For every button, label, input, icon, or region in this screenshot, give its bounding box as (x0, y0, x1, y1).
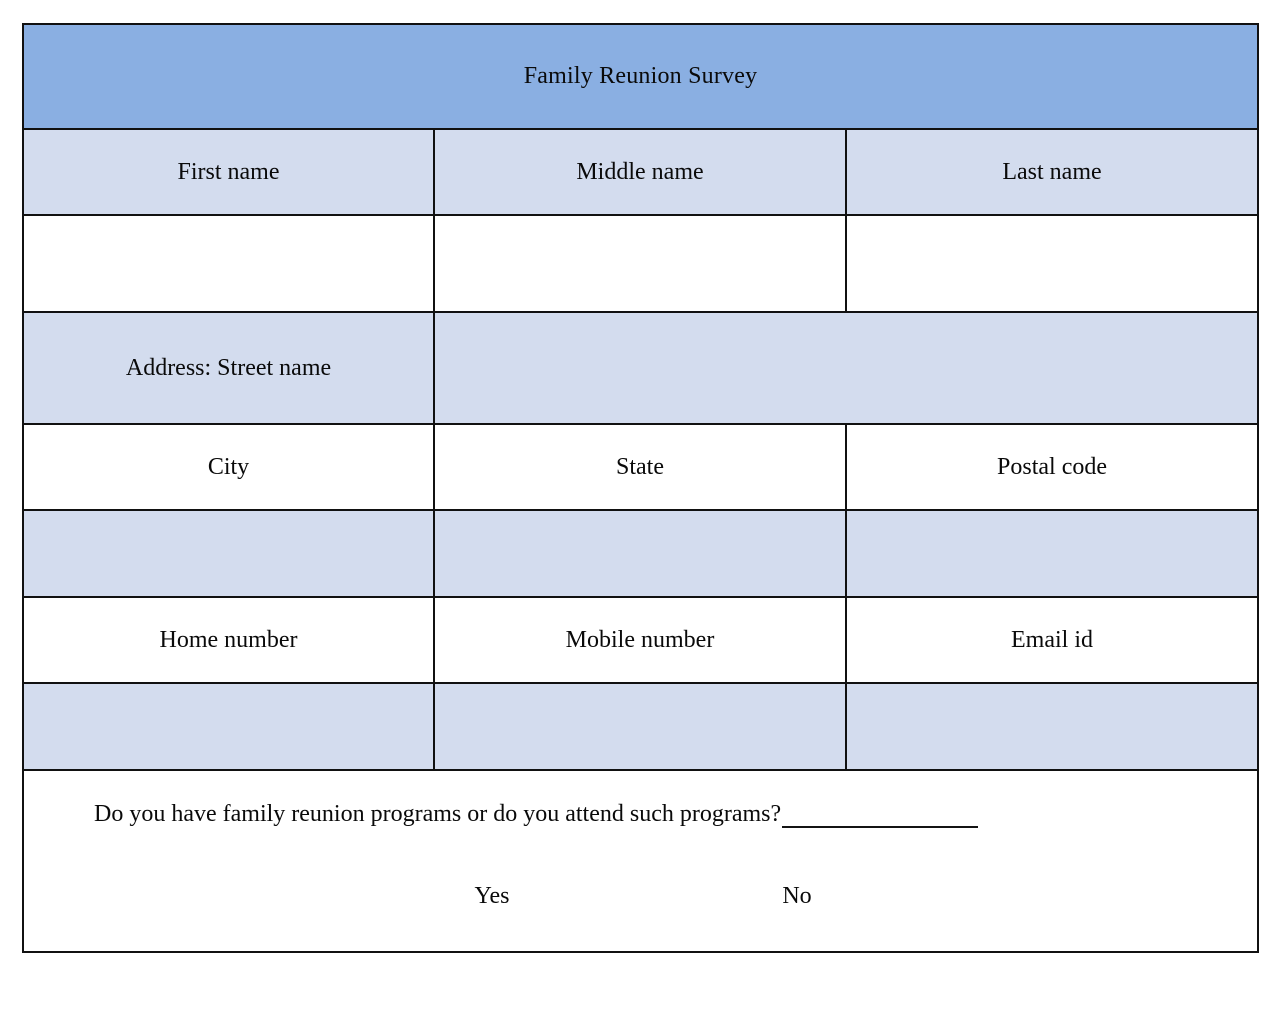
choice-no[interactable]: No (782, 883, 811, 910)
address-row: Address: Street name (22, 311, 1260, 425)
input-city[interactable] (22, 509, 435, 598)
input-last-name[interactable] (844, 214, 1260, 313)
label-home-number: Home number (22, 596, 435, 684)
survey-table: Family Reunion Survey First name Middle … (21, 23, 1260, 953)
question-choices: Yes No (24, 883, 1257, 923)
contact-input-row (22, 682, 1260, 771)
label-middle-name: Middle name (433, 128, 847, 216)
input-mobile-number[interactable] (433, 682, 847, 771)
label-mobile-number: Mobile number (433, 596, 847, 684)
question-line: Do you have family reunion programs or d… (94, 801, 979, 828)
name-input-row (22, 214, 1260, 313)
input-first-name[interactable] (22, 214, 435, 313)
contact-label-row: Home number Mobile number Email id (22, 596, 1260, 684)
label-address-street: Address: Street name (22, 311, 435, 425)
input-email-id[interactable] (844, 682, 1260, 771)
name-label-row: First name Middle name Last name (22, 128, 1260, 216)
question-answer-blank[interactable] (782, 806, 979, 828)
choice-yes[interactable]: Yes (475, 883, 510, 910)
input-address-street[interactable] (432, 311, 1260, 425)
input-state[interactable] (433, 509, 847, 598)
input-home-number[interactable] (22, 682, 435, 771)
input-postal-code[interactable] (844, 509, 1260, 598)
label-postal-code: Postal code (844, 423, 1260, 511)
label-first-name: First name (22, 128, 435, 216)
question-cell: Do you have family reunion programs or d… (21, 769, 1260, 953)
location-label-row: City State Postal code (22, 423, 1260, 511)
location-input-row (22, 509, 1260, 598)
survey-form-sheet: Family Reunion Survey First name Middle … (21, 23, 1260, 1023)
label-city: City (22, 423, 435, 511)
title-row: Family Reunion Survey (21, 23, 1260, 130)
label-state: State (433, 423, 847, 511)
input-middle-name[interactable] (433, 214, 847, 313)
label-last-name: Last name (844, 128, 1260, 216)
label-email-id: Email id (844, 596, 1260, 684)
question-text: Do you have family reunion programs or d… (94, 801, 782, 827)
question-row: Do you have family reunion programs or d… (21, 769, 1260, 953)
form-title: Family Reunion Survey (21, 23, 1260, 130)
